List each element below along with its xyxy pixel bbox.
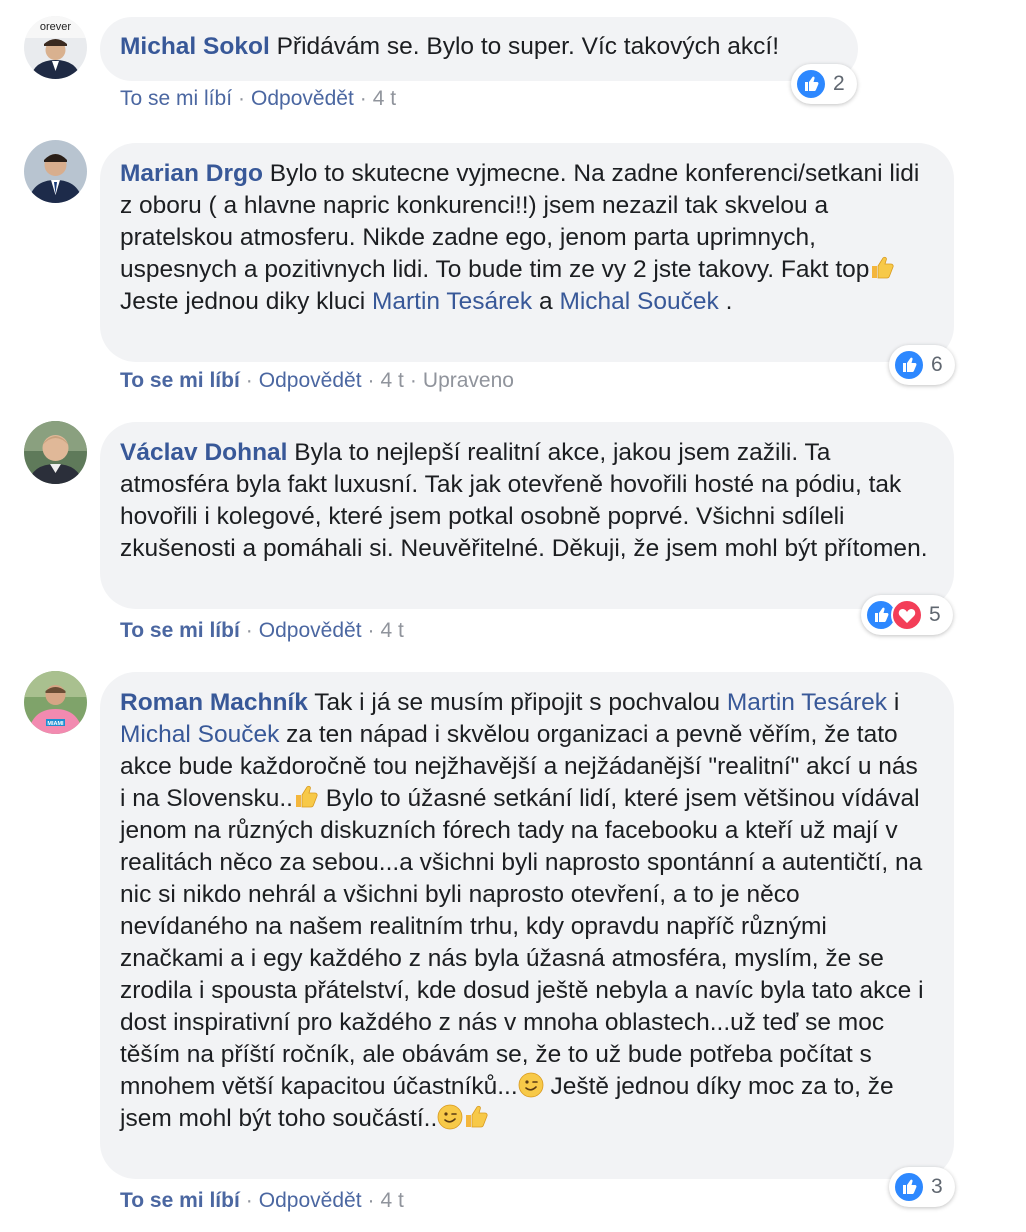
comment-text: Jeste jednou diky kluci xyxy=(120,288,372,315)
reaction-count: 3 xyxy=(931,1175,943,1198)
reaction-summary[interactable]: 5 xyxy=(861,595,953,635)
reaction-count: 2 xyxy=(833,72,845,95)
comment-text: i xyxy=(887,689,900,716)
reply-link[interactable]: Odpovědět xyxy=(251,87,354,110)
comment-text: Přidávám se. Bylo to super. Víc takových… xyxy=(269,33,780,60)
mention-link[interactable]: Michal Souček xyxy=(120,721,279,748)
like-icon xyxy=(893,1171,925,1203)
thumbs-up-emoji-icon xyxy=(869,255,895,281)
comment-text: . xyxy=(718,288,733,315)
author-name[interactable]: Marian Drgo xyxy=(120,160,263,187)
comment-thread: orever Michal Sokol Přidávám se. Bylo to… xyxy=(0,0,1026,1232)
reply-link[interactable]: Odpovědět xyxy=(259,1189,362,1212)
author-name[interactable]: Václav Dohnal xyxy=(120,439,287,466)
separator: · xyxy=(245,369,253,392)
svg-text:MIAMI: MIAMI xyxy=(47,721,64,727)
avatar[interactable]: MIAMI xyxy=(24,671,87,734)
timestamp[interactable]: 4 t xyxy=(381,1189,404,1212)
love-icon xyxy=(891,599,923,631)
author-name[interactable]: Roman Machník xyxy=(120,689,308,716)
svg-text:orever: orever xyxy=(40,21,72,33)
reaction-count: 6 xyxy=(931,353,943,376)
comment-bubble: Roman Machník Tak i já se musím připojit… xyxy=(100,672,954,1179)
like-icon xyxy=(893,349,925,381)
like-link[interactable]: To se mi líbí xyxy=(120,87,232,110)
comment-bubble: Václav Dohnal Byla to nejlepší realitní … xyxy=(100,422,954,609)
reaction-summary[interactable]: 2 xyxy=(791,64,857,104)
reply-link[interactable]: Odpovědět xyxy=(259,369,362,392)
reaction-count: 5 xyxy=(929,603,941,626)
reply-link[interactable]: Odpovědět xyxy=(259,619,362,642)
comment-actions: To se mi líbí · Odpovědět · 4 t xyxy=(120,1188,404,1214)
edited-label[interactable]: Upraveno xyxy=(423,369,514,392)
timestamp[interactable]: 4 t xyxy=(373,87,396,110)
reaction-summary[interactable]: 3 xyxy=(889,1167,955,1207)
separator: · xyxy=(367,1189,375,1212)
separator: · xyxy=(367,619,375,642)
thumbs-up-emoji-icon xyxy=(293,784,319,810)
comment-bubble: Michal Sokol Přidávám se. Bylo to super.… xyxy=(100,17,858,81)
separator: · xyxy=(409,369,417,392)
timestamp[interactable]: 4 t xyxy=(381,369,404,392)
wink-emoji-icon xyxy=(518,1072,544,1098)
comment-actions: To se mi líbí · Odpovědět · 4 t · Upraveno xyxy=(120,368,514,394)
mention-link[interactable]: Martin Tesárek xyxy=(372,288,532,315)
avatar[interactable]: orever xyxy=(24,16,87,79)
comment-text: a xyxy=(532,288,560,315)
mention-link[interactable]: Martin Tesárek xyxy=(727,689,887,716)
separator: · xyxy=(367,369,375,392)
like-icon xyxy=(795,68,827,100)
comment-actions: To se mi líbí · Odpovědět · 4 t xyxy=(120,618,404,644)
author-name[interactable]: Michal Sokol xyxy=(120,33,270,60)
thumbs-up-emoji-icon xyxy=(463,1104,489,1130)
like-link[interactable]: To se mi líbí xyxy=(120,619,240,642)
separator: · xyxy=(245,619,253,642)
comment-text: Tak i já se musím připojit s pochvalou xyxy=(307,689,727,716)
like-link[interactable]: To se mi líbí xyxy=(120,1189,240,1212)
comment-bubble: Marian Drgo Bylo to skutecne vyjmecne. N… xyxy=(100,143,954,362)
like-link[interactable]: To se mi líbí xyxy=(120,369,240,392)
avatar[interactable] xyxy=(24,140,87,203)
comment-text: Bylo to úžasné setkání lidí, které jsem … xyxy=(120,785,924,1100)
separator: · xyxy=(359,87,367,110)
separator: · xyxy=(238,87,246,110)
avatar[interactable] xyxy=(24,421,87,484)
timestamp[interactable]: 4 t xyxy=(381,619,404,642)
separator: · xyxy=(245,1189,253,1212)
reaction-summary[interactable]: 6 xyxy=(889,345,955,385)
mention-link[interactable]: Michal Souček xyxy=(559,288,718,315)
wink-emoji-icon xyxy=(437,1104,463,1130)
comment-actions: To se mi líbí · Odpovědět · 4 t xyxy=(120,86,396,112)
